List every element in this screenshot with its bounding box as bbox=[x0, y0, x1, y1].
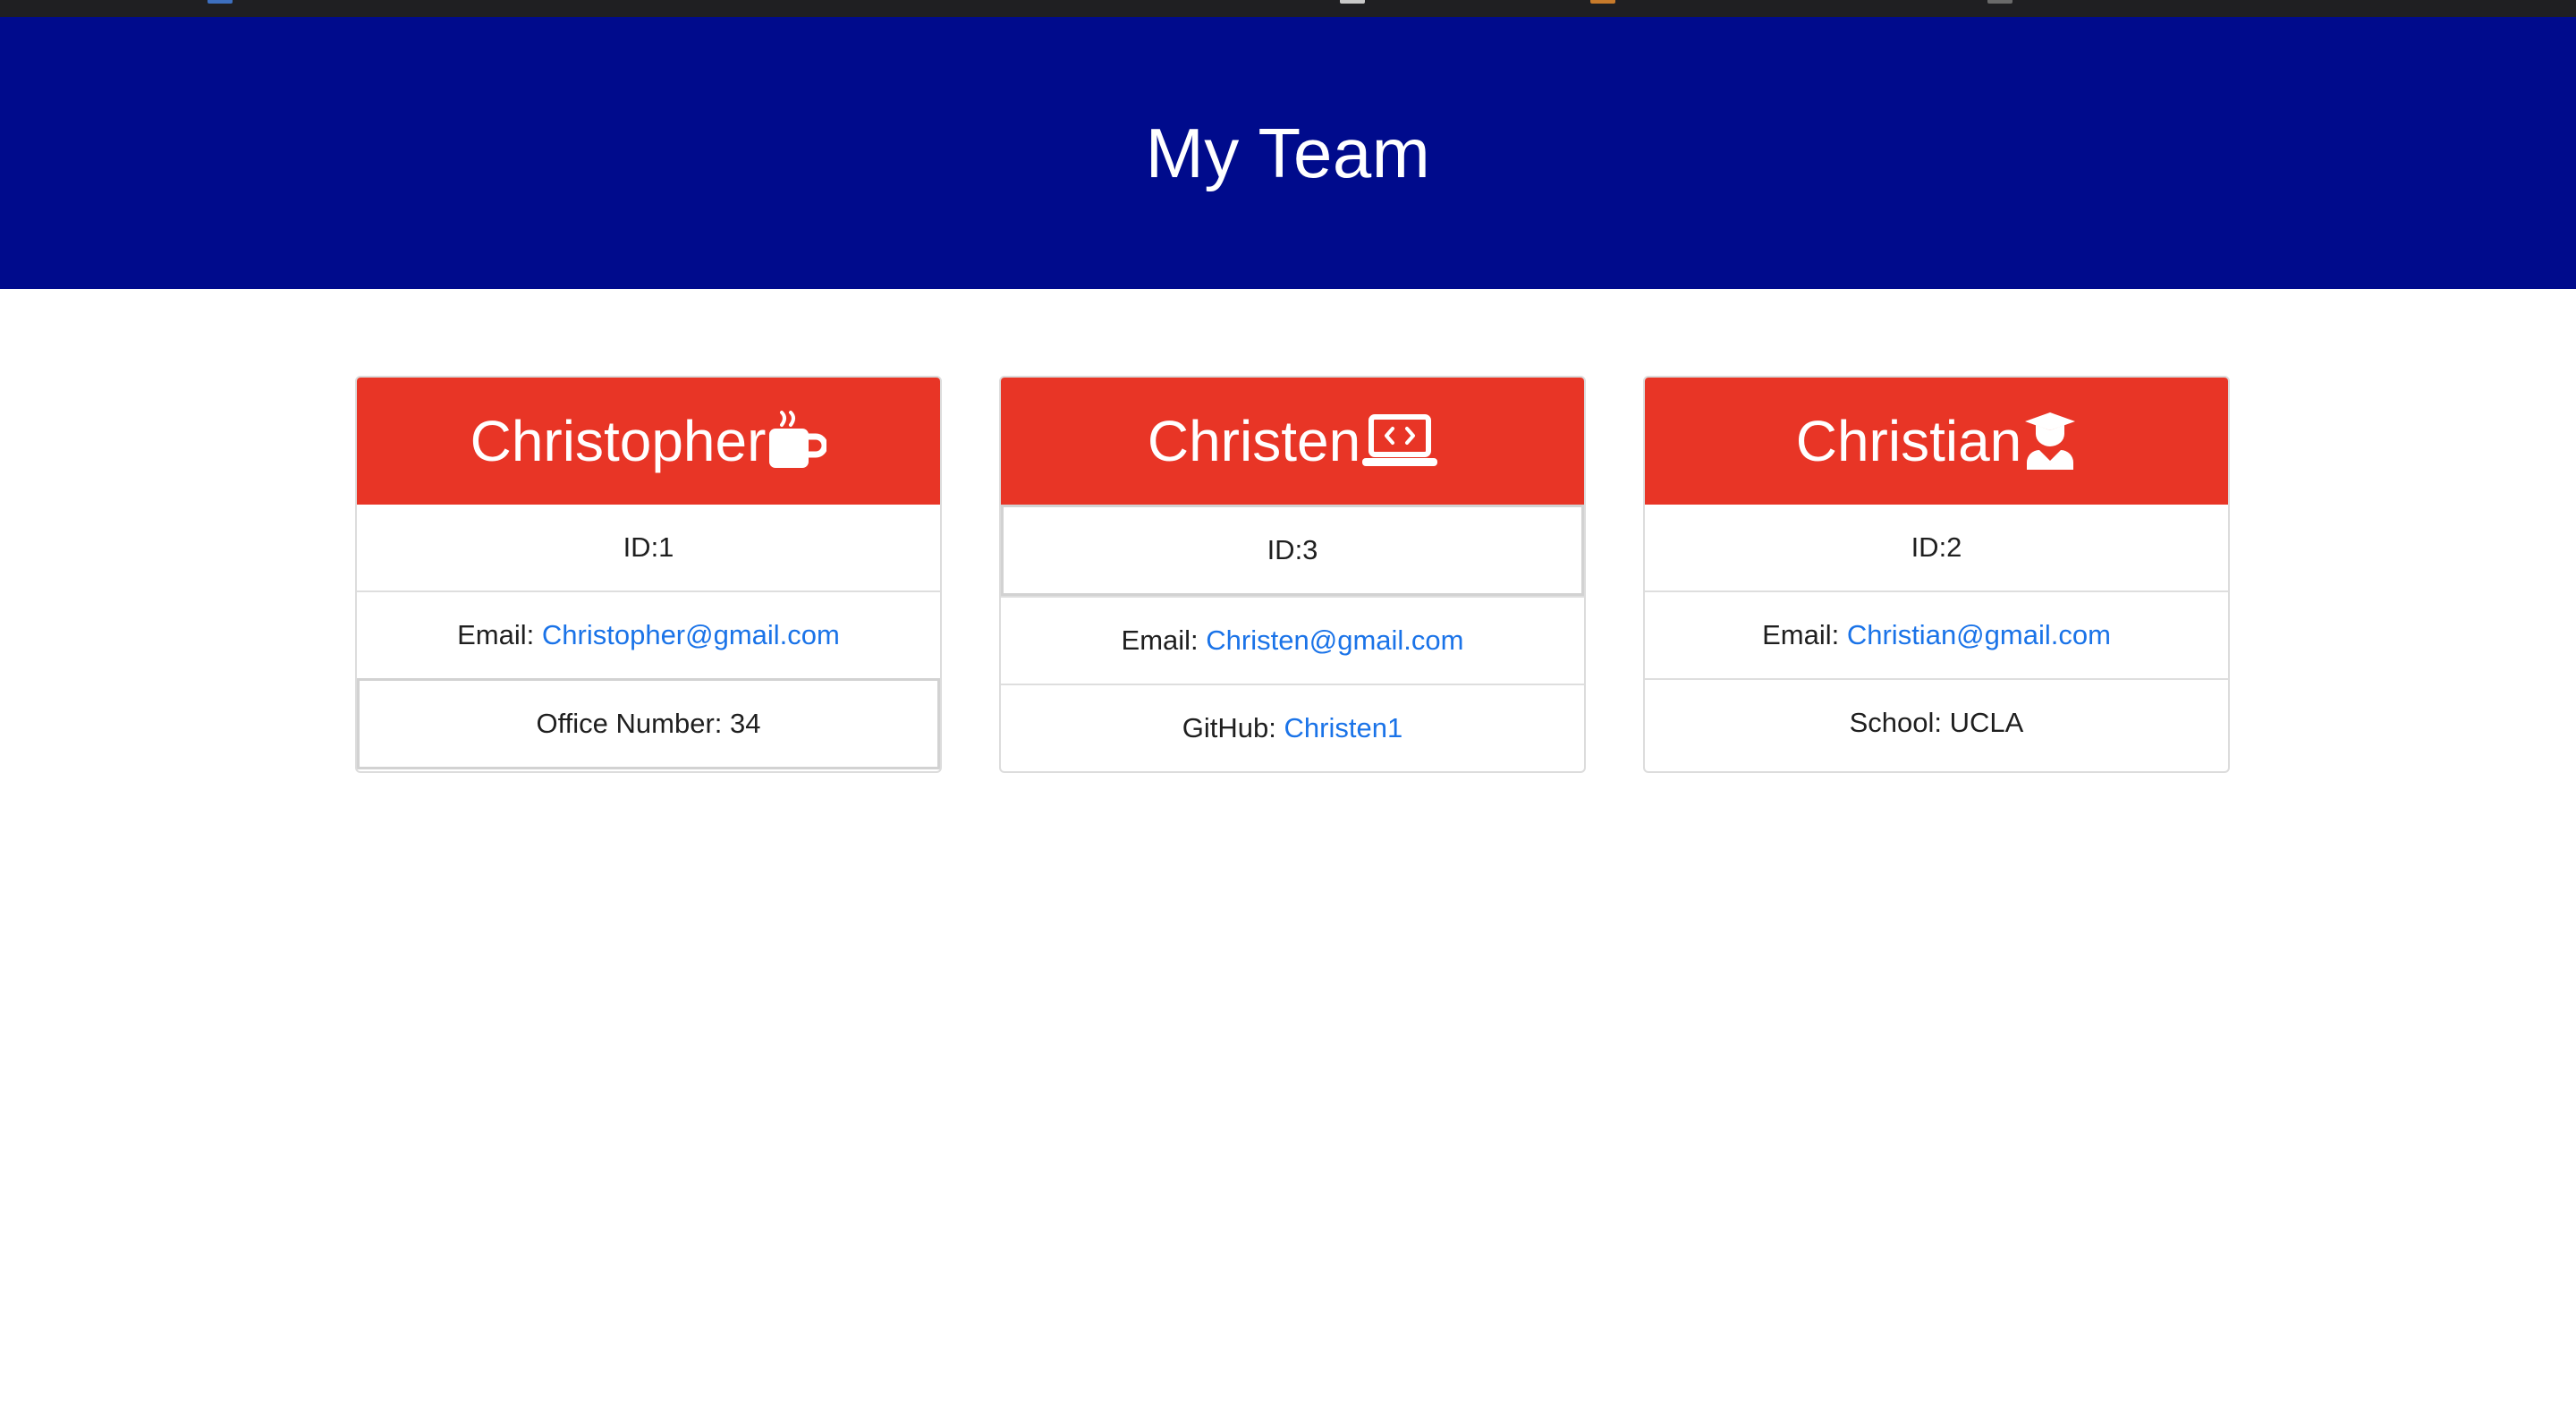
email-link[interactable]: Christen@gmail.com bbox=[1206, 624, 1463, 657]
card-body: ID:1 Email: Christopher@gmail.com Office… bbox=[357, 505, 940, 769]
member-name: Christen bbox=[1147, 409, 1361, 473]
team-member-card-christen: Christen ID:3 Email: Christen@gmail.com … bbox=[999, 376, 1586, 773]
member-office-row: Office Number: 34 bbox=[357, 678, 940, 769]
tab-favicon-icon bbox=[1590, 0, 1615, 4]
member-email-row: Email: Christian@gmail.com bbox=[1645, 590, 2228, 678]
team-cards: Christopher ID:1 Email: Christopher@gmai… bbox=[355, 376, 2230, 773]
member-id-row: ID:2 bbox=[1645, 505, 2228, 590]
member-github-row: GitHub: Christen1 bbox=[1001, 684, 1584, 771]
school-name: UCLA bbox=[1949, 707, 2024, 738]
card-header: Christian bbox=[1645, 378, 2228, 505]
email-link[interactable]: Christian@gmail.com bbox=[1847, 619, 2111, 651]
page-header: My Team bbox=[0, 17, 2576, 289]
member-id: ID:3 bbox=[1267, 534, 1318, 565]
office-number: 34 bbox=[730, 708, 761, 739]
tab-favicon-icon bbox=[1987, 0, 2012, 4]
card-header: Christopher bbox=[357, 378, 940, 505]
tab-favicon-icon bbox=[208, 0, 233, 4]
github-label: GitHub: bbox=[1182, 712, 1276, 743]
graduate-icon bbox=[2023, 411, 2077, 471]
page-title: My Team bbox=[1145, 113, 1431, 192]
github-link[interactable]: Christen1 bbox=[1284, 712, 1403, 744]
email-label: Email: bbox=[1121, 624, 1199, 656]
member-id: ID:1 bbox=[623, 531, 674, 563]
laptop-code-icon bbox=[1362, 413, 1438, 469]
card-header: Christen bbox=[1001, 378, 1584, 505]
member-id: ID:2 bbox=[1911, 531, 1962, 563]
card-body: ID:2 Email: Christian@gmail.com School: … bbox=[1645, 505, 2228, 766]
member-email-row: Email: Christopher@gmail.com bbox=[357, 590, 940, 678]
card-body: ID:3 Email: Christen@gmail.com GitHub: C… bbox=[1001, 505, 1584, 771]
member-id-row: ID:3 bbox=[1001, 505, 1584, 596]
member-name: Christopher bbox=[470, 409, 767, 473]
email-label: Email: bbox=[1762, 619, 1840, 650]
coffee-mug-icon bbox=[767, 411, 827, 471]
team-member-card-christian: Christian ID:2 Email: Christian@gmail.co… bbox=[1643, 376, 2230, 773]
email-label: Email: bbox=[457, 619, 535, 650]
member-name: Christian bbox=[1795, 409, 2022, 473]
office-label: Office Number: bbox=[536, 708, 723, 739]
member-id-row: ID:1 bbox=[357, 505, 940, 590]
member-email-row: Email: Christen@gmail.com bbox=[1001, 596, 1584, 684]
browser-top-strip bbox=[0, 0, 2576, 17]
school-label: School: bbox=[1849, 707, 1943, 738]
member-school-row: School: UCLA bbox=[1645, 678, 2228, 766]
email-link[interactable]: Christopher@gmail.com bbox=[542, 619, 840, 651]
tab-favicon-icon bbox=[1340, 0, 1365, 4]
team-member-card-christopher: Christopher ID:1 Email: Christopher@gmai… bbox=[355, 376, 942, 773]
